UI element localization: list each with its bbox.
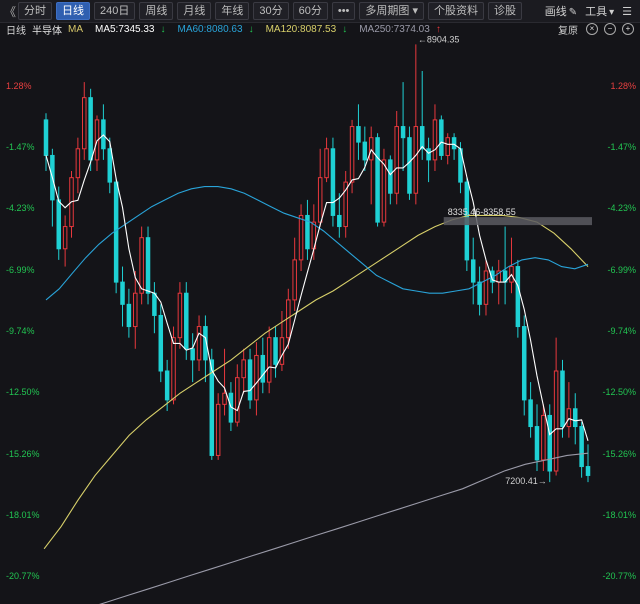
candle-body — [566, 408, 572, 428]
candle-body — [528, 399, 533, 428]
candle-body — [572, 408, 578, 428]
candle-body — [560, 370, 565, 428]
ma60-line — [45, 186, 589, 301]
candle-body — [547, 414, 552, 472]
candle-body — [273, 337, 278, 365]
candle-body — [113, 181, 119, 283]
candle-body — [439, 119, 444, 156]
candle-body — [534, 426, 540, 461]
candle-body — [337, 214, 342, 228]
candle-body — [279, 337, 285, 365]
candle-body — [56, 199, 62, 250]
candle-body — [222, 392, 227, 405]
candle-body — [324, 148, 329, 179]
candle-body — [158, 314, 164, 372]
candle-body — [235, 377, 240, 423]
candle-body — [133, 292, 138, 328]
candle-body — [368, 137, 374, 161]
candle-body — [356, 126, 361, 143]
candle-body — [177, 292, 183, 339]
candle-body — [152, 292, 157, 316]
candle-body — [190, 348, 195, 361]
candle-body — [184, 292, 189, 350]
candle-body — [375, 137, 380, 223]
ma5-line — [45, 134, 589, 441]
candle-body — [292, 259, 297, 301]
candle-body — [330, 148, 336, 216]
candle-body — [215, 403, 221, 456]
candle-body — [298, 214, 304, 261]
candle-body — [196, 326, 202, 361]
candle-body — [107, 148, 113, 183]
candle-body — [349, 126, 355, 183]
candle-body — [241, 359, 246, 379]
candle-body — [209, 359, 215, 456]
candle-body — [553, 370, 559, 472]
candle-body — [62, 226, 68, 250]
candle-body — [407, 137, 412, 194]
candle-body — [419, 126, 425, 150]
price-range-label: 8335.46-8358.55 — [448, 207, 516, 217]
candle-body — [394, 126, 399, 194]
candle-body — [445, 137, 450, 156]
price-range-band — [443, 217, 592, 226]
candle-body — [145, 237, 151, 294]
candle-body — [381, 159, 387, 223]
candle-body — [126, 303, 132, 328]
ma120-line — [43, 214, 589, 550]
candle-body — [362, 141, 368, 161]
candle-body — [483, 270, 489, 305]
candle-body — [515, 266, 521, 328]
candle-body — [432, 119, 438, 161]
candle-body — [388, 159, 393, 194]
candle-body — [247, 359, 253, 401]
high-price-label: ←8904.35 — [418, 34, 460, 44]
candle-body — [451, 137, 457, 150]
candle-body — [75, 148, 81, 179]
candle-body — [171, 337, 176, 401]
candle-body — [88, 97, 93, 161]
candle-body — [413, 126, 419, 194]
candle-body — [521, 326, 527, 401]
candle-body — [139, 237, 144, 294]
candlestick-chart[interactable]: ←8904.35 7200.41→ 8335.46-8358.55 — [0, 0, 640, 604]
candle-body — [426, 148, 431, 161]
candle-body — [400, 126, 406, 139]
candle-body — [260, 354, 266, 383]
candle-body — [164, 370, 170, 401]
candle-body — [43, 119, 49, 156]
candle-body — [470, 259, 476, 283]
candle-body — [317, 177, 323, 223]
candle-body — [585, 466, 591, 476]
candle-body — [541, 414, 546, 461]
candle-body — [579, 426, 584, 468]
candle-body — [120, 281, 125, 305]
low-price-label: 7200.41→ — [505, 476, 547, 486]
candle-body — [266, 337, 272, 383]
candle-body — [82, 97, 87, 150]
candle-body — [254, 354, 259, 401]
candle-body — [477, 281, 482, 305]
